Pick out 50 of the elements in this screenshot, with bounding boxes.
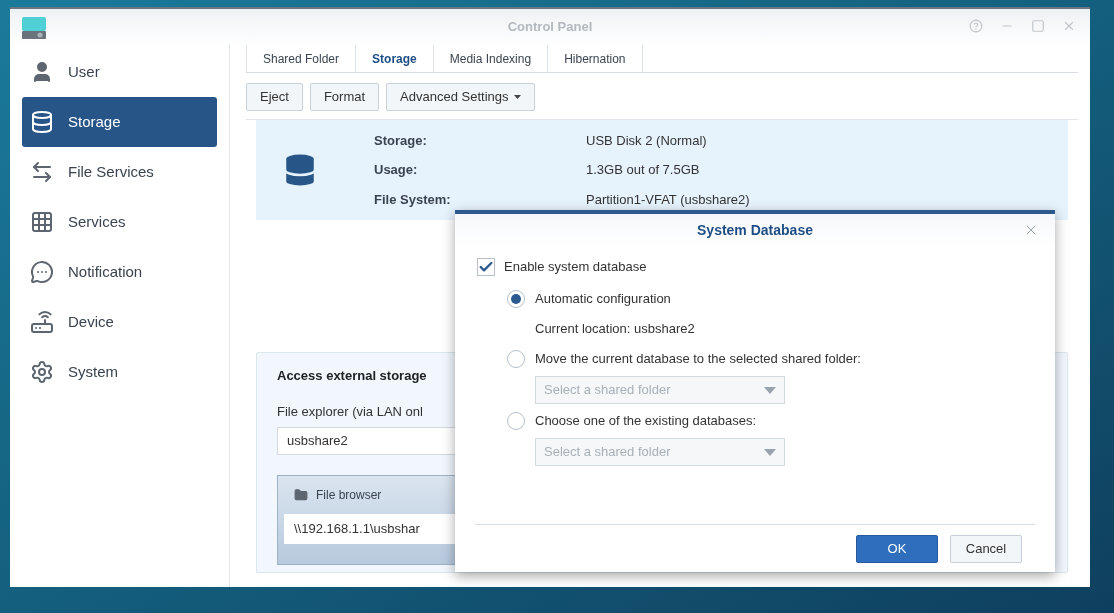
caret-icon — [514, 95, 522, 99]
file-browser-title: File browser — [316, 487, 382, 504]
settings-icon — [30, 360, 54, 384]
dialog-title: System Database — [697, 220, 813, 240]
radio-button[interactable] — [507, 350, 525, 368]
tab[interactable]: Storage — [355, 45, 433, 72]
info-label: Usage: — [374, 161, 419, 180]
toolbar-button[interactable]: Eject — [246, 83, 303, 111]
cancel-button[interactable]: Cancel — [950, 535, 1022, 563]
advanced-settings-menu-button[interactable]: Advanced Settings — [386, 83, 536, 111]
field-label: File explorer (via LAN onl — [277, 402, 423, 421]
tab[interactable]: Media Indexing — [432, 45, 548, 72]
grid-icon — [30, 210, 54, 234]
close-icon[interactable] — [1062, 19, 1076, 33]
sidebar-item[interactable]: File Services — [22, 147, 217, 197]
router-icon — [30, 310, 54, 334]
radio-button[interactable] — [507, 412, 525, 430]
radio-label: Automatic configuration — [535, 290, 671, 309]
help-icon[interactable] — [969, 19, 983, 33]
window-title: Control Panel — [507, 18, 593, 37]
ok-button[interactable]: OK — [856, 535, 938, 563]
sidebar-item[interactable]: System — [22, 347, 217, 397]
checkbox[interactable] — [477, 258, 495, 276]
panel-title: Access external storage — [277, 367, 427, 385]
maximize-icon[interactable] — [1031, 19, 1045, 33]
sidebar-item[interactable]: Device — [22, 297, 217, 347]
radio-label: Choose one of the existing databases: — [535, 412, 757, 431]
tab[interactable]: Shared Folder — [246, 45, 356, 72]
folder-icon — [294, 488, 308, 502]
info-value: 1.3GB out of 7.5GB — [586, 161, 701, 180]
database-icon — [30, 110, 54, 134]
caret-icon — [764, 386, 776, 394]
chat-icon — [30, 260, 54, 284]
radio-button[interactable] — [507, 290, 525, 308]
toolbar-button[interactable]: Format — [309, 83, 380, 111]
current-location-text: Current location: usbshare2 — [535, 320, 695, 339]
sidebar-item[interactable]: Services — [22, 197, 217, 247]
caret-icon — [764, 448, 776, 456]
file-transfer-icon — [30, 160, 54, 184]
app-icon — [22, 17, 46, 39]
sidebar-item[interactable]: Notification — [22, 247, 217, 297]
tab[interactable]: Hibernation — [547, 45, 643, 72]
checkbox-label: Enable system database — [504, 258, 647, 277]
radio-label: Move the current database to the selected shared folder: — [535, 350, 861, 369]
info-value: USB Disk 2 (Normal) — [586, 131, 708, 150]
info-value: Partition1-VFAT (usbshare2) — [586, 190, 750, 209]
info-label: File System: — [374, 190, 452, 209]
sidebar-item[interactable]: Storage — [22, 97, 217, 147]
info-label: Storage: — [374, 131, 428, 150]
sidebar-item[interactable]: User — [22, 47, 217, 97]
